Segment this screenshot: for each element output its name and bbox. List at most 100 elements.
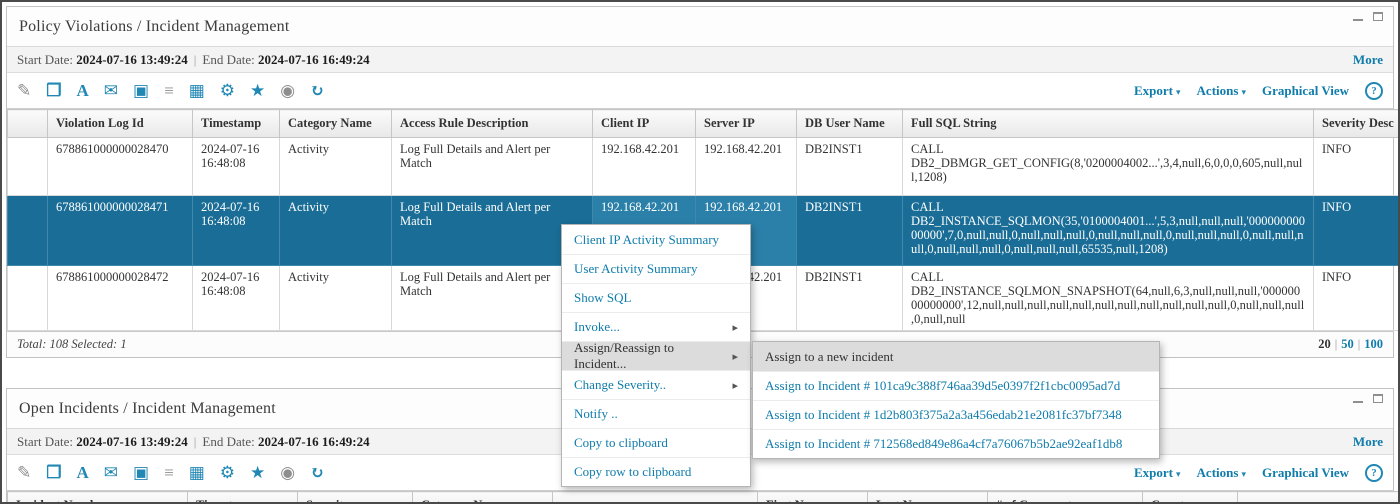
cell-client-ip[interactable]: 192.168.42.201	[592, 137, 696, 196]
cell-violation-log-id[interactable]: 678861000000028470	[47, 137, 193, 196]
col-timestamp[interactable]: Timestamp	[192, 109, 280, 138]
table-columns-icon[interactable]: ▦	[189, 464, 205, 481]
col-access-rule-description[interactable]: Access Rule Description	[391, 109, 593, 138]
minimize-icon[interactable]	[1353, 395, 1363, 403]
wrench-icon[interactable]: ⚙	[220, 464, 235, 481]
cell-timestamp[interactable]: 2024-07-16 16:48:08	[192, 137, 280, 196]
page-title: Open Incidents / Incident Management	[19, 399, 276, 417]
col-count[interactable]: Count	[1142, 491, 1238, 502]
menu-item-copy-to-clipboard[interactable]: Copy to clipboard	[562, 428, 750, 457]
cell-violation-log-id[interactable]: 678861000000028471	[47, 195, 193, 266]
refresh-icon[interactable]: ↻	[310, 464, 324, 481]
submenu-item-assign-incident-3[interactable]: Assign to Incident # 712568ed849e86a4cf7…	[753, 429, 1159, 458]
export-menu[interactable]: Export ▾	[1134, 465, 1181, 481]
record-icon[interactable]: ◉	[280, 82, 295, 99]
page-size-100[interactable]: 100	[1364, 337, 1383, 351]
table-columns-icon[interactable]: ▦	[189, 82, 205, 99]
col-last-name[interactable]: Last Name	[867, 491, 988, 502]
col-full-sql-string[interactable]: Full SQL String	[902, 109, 1314, 138]
col-timestamp[interactable]: Timestamp	[187, 491, 298, 502]
menu-item-client-ip-activity-summary[interactable]: Client IP Activity Summary	[562, 225, 750, 254]
edit-icon[interactable]: ✎	[17, 464, 31, 481]
cell-selector[interactable]	[7, 137, 48, 196]
col-first-name[interactable]: First Name	[757, 491, 868, 502]
cell-severity-desc[interactable]: INFO	[1313, 265, 1398, 331]
help-icon[interactable]: ?	[1365, 463, 1383, 482]
menu-item-label: Client IP Activity Summary	[574, 231, 720, 247]
cell-full-sql-string[interactable]: CALL DB2_DBMGR_GET_CONFIG(8,'0200004002.…	[902, 137, 1314, 196]
submenu-item-assign-incident-2[interactable]: Assign to Incident # 1d2b803f375a2a3a456…	[753, 400, 1159, 429]
menu-item-user-activity-summary[interactable]: User Activity Summary	[562, 254, 750, 283]
image-icon[interactable]: ▣	[133, 464, 149, 481]
email-icon[interactable]: ✉	[104, 464, 118, 481]
cell-timestamp[interactable]: 2024-07-16 16:48:08	[192, 265, 280, 331]
total-selected-summary: Total: 108 Selected: 1	[17, 337, 127, 351]
actions-menu[interactable]: Actions ▾	[1197, 465, 1246, 481]
cell-db-user-name[interactable]: DB2INST1	[796, 195, 903, 266]
refresh-icon[interactable]: ↻	[310, 82, 324, 99]
edit-icon[interactable]: ✎	[17, 82, 31, 99]
col-client-ip[interactable]: Client IP	[592, 109, 696, 138]
cell-category-name[interactable]: Activity	[279, 265, 392, 331]
cell-full-sql-string[interactable]: CALL DB2_INSTANCE_SQLMON(35,'0100004001.…	[902, 195, 1314, 266]
col-server-ip[interactable]: Server IP	[695, 109, 797, 138]
cell-db-user-name[interactable]: DB2INST1	[796, 265, 903, 331]
col-db-user-name[interactable]: DB User Name	[796, 109, 903, 138]
email-icon[interactable]: ✉	[104, 82, 118, 99]
cell-selector[interactable]	[7, 195, 48, 266]
cell-timestamp[interactable]: 2024-07-16 16:48:08	[192, 195, 280, 266]
cell-severity-desc[interactable]: INFO	[1313, 137, 1398, 196]
col-violation-log-id[interactable]: Violation Log Id	[47, 109, 193, 138]
col-num-comments[interactable]: # of Comments	[987, 491, 1143, 502]
cell-category-name[interactable]: Activity	[279, 195, 392, 266]
page-size-current[interactable]: 20	[1318, 337, 1331, 351]
graphical-view-link[interactable]: Graphical View	[1262, 83, 1349, 99]
flag-a-icon[interactable]: A	[77, 82, 89, 99]
copy-icon[interactable]: ❐	[46, 464, 61, 481]
menu-item-show-sql[interactable]: Show SQL	[562, 283, 750, 312]
cell-category-name[interactable]: Activity	[279, 137, 392, 196]
image-icon[interactable]: ▣	[133, 82, 149, 99]
col-hidden[interactable]	[552, 491, 758, 502]
menu-item-copy-row-to-clipboard[interactable]: Copy row to clipboard	[562, 457, 750, 486]
menu-item-assign-reassign-to-incident[interactable]: Assign/Reassign to Incident... ▸	[562, 340, 750, 371]
more-link[interactable]: More	[1353, 52, 1383, 68]
wrench-icon[interactable]: ⚙	[220, 82, 235, 99]
cell-violation-log-id[interactable]: 678861000000028472	[47, 265, 193, 331]
record-icon[interactable]: ◉	[280, 464, 295, 481]
menu-item-notify[interactable]: Notify ..	[562, 399, 750, 428]
menu-item-label: Assign to a new incident	[765, 348, 894, 364]
cell-access-rule-description[interactable]: Log Full Details and Alert per Match	[391, 137, 593, 196]
menu-item-invoke[interactable]: Invoke... ▸	[562, 312, 750, 341]
table-row[interactable]: 678861000000028470 2024-07-16 16:48:08 A…	[7, 137, 1398, 196]
col-incident-number[interactable]: Incident Number	[7, 491, 188, 502]
flag-a-icon[interactable]: A	[77, 464, 89, 481]
restore-icon[interactable]	[1373, 394, 1383, 403]
submenu-item-assign-incident-1[interactable]: Assign to Incident # 101ca9c388f746aa39d…	[753, 371, 1159, 400]
col-severity[interactable]: Severity	[297, 491, 413, 502]
cell-db-user-name[interactable]: DB2INST1	[796, 137, 903, 196]
cell-full-sql-string[interactable]: CALL DB2_INSTANCE_SQLMON_SNAPSHOT(64,nul…	[902, 265, 1314, 331]
copy-icon[interactable]: ❐	[46, 82, 61, 99]
col-category-name[interactable]: Category Name	[279, 109, 392, 138]
actions-menu[interactable]: Actions ▾	[1197, 83, 1246, 99]
star-icon[interactable]: ★	[250, 82, 265, 99]
cell-server-ip[interactable]: 192.168.42.201	[695, 137, 797, 196]
sliders-icon[interactable]: ≡	[164, 464, 174, 481]
sliders-icon[interactable]: ≡	[164, 82, 174, 99]
graphical-view-link[interactable]: Graphical View	[1262, 465, 1349, 481]
star-icon[interactable]: ★	[250, 464, 265, 481]
more-link[interactable]: More	[1353, 434, 1383, 450]
page-size-50[interactable]: 50	[1341, 337, 1354, 351]
restore-icon[interactable]	[1373, 12, 1383, 21]
col-severity-desc[interactable]: Severity Desc	[1313, 109, 1398, 138]
minimize-icon[interactable]	[1353, 13, 1363, 21]
submenu-item-assign-new-incident[interactable]: Assign to a new incident	[753, 342, 1159, 371]
col-category-name[interactable]: Category Name	[412, 491, 553, 502]
cell-severity-desc[interactable]: INFO	[1313, 195, 1398, 266]
end-date-value: 2024-07-16 16:49:24	[258, 51, 370, 67]
export-menu[interactable]: Export ▾	[1134, 83, 1181, 99]
cell-selector[interactable]	[7, 265, 48, 331]
menu-item-change-severity[interactable]: Change Severity.. ▸	[562, 370, 750, 399]
help-icon[interactable]: ?	[1365, 81, 1383, 100]
